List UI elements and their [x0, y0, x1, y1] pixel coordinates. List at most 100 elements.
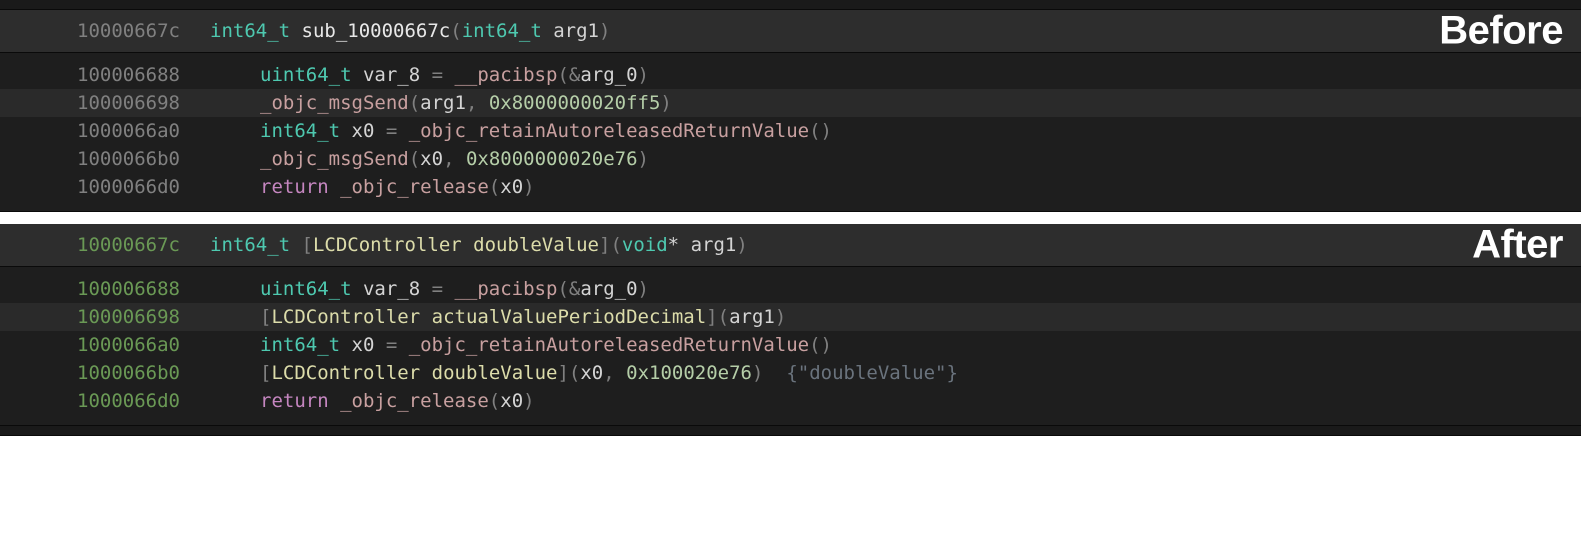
code-token: ( — [489, 390, 500, 412]
code-token: actualValuePeriodDecimal — [432, 306, 707, 328]
address-column: 1000066b0 — [0, 148, 200, 170]
address-value: 1000066a0 — [77, 334, 180, 356]
code-token: ]( — [706, 306, 729, 328]
code-token — [420, 306, 431, 328]
code-token: = — [432, 278, 455, 300]
code-token: x0 — [500, 176, 523, 198]
code-content: _objc_msgSend(x0, 0x8000000020e76) — [210, 148, 1581, 170]
code-token: _objc_release — [340, 176, 489, 198]
address-value: 10000667c — [77, 20, 180, 42]
code-token: uint64_t — [260, 278, 352, 300]
function-name[interactable]: sub_10000667c — [302, 20, 451, 42]
address-column: 10000667c — [0, 20, 200, 42]
code-line[interactable]: 1000066d0return _objc_release(x0) — [0, 173, 1581, 201]
address-column: 100006688 — [0, 278, 200, 300]
code-token: ( — [489, 176, 500, 198]
address-column: 100006688 — [0, 64, 200, 86]
code-token: doubleValue — [432, 362, 558, 384]
address-column: 1000066a0 — [0, 120, 200, 142]
code-token: int64_t — [260, 334, 340, 356]
function-signature: int64_t [LCDController doubleValue](void… — [210, 234, 1581, 256]
arg-type: int64_t — [462, 20, 542, 42]
code-line[interactable]: 1000066a0 int64_t x0 = _objc_retainAutore… — [0, 331, 1581, 359]
code-token: [ — [260, 362, 271, 384]
address-value: 1000066b0 — [77, 148, 180, 170]
code-token: () — [809, 334, 832, 356]
code-token: , — [443, 148, 466, 170]
code-line[interactable]: 100006688 uint64_t var_8 = __pacibsp(&arg… — [0, 275, 1581, 303]
code-token: (& — [557, 64, 580, 86]
code-token: ( — [409, 148, 420, 170]
return-type: int64_t — [210, 234, 290, 256]
panel-divider — [0, 212, 1581, 224]
code-token: = — [386, 120, 409, 142]
code-token: () — [809, 120, 832, 142]
before-badge: Before — [1439, 9, 1563, 54]
code-content: uint64_t var_8 = __pacibsp(&arg_0) — [210, 64, 1581, 86]
code-content: [LCDController doubleValue](x0, 0x100020… — [210, 362, 1581, 384]
code-token: x0 — [340, 120, 386, 142]
code-line[interactable]: 1000066d0return _objc_release(x0) — [0, 387, 1581, 415]
panel-top-border — [0, 0, 1581, 10]
before-panel: 10000667c int64_t sub_10000667c(int64_t … — [0, 0, 1581, 212]
after-badge: After — [1472, 223, 1563, 268]
code-token: 0x8000000020e76 — [466, 148, 638, 170]
code-content: uint64_t var_8 = __pacibsp(&arg_0) — [210, 278, 1581, 300]
address-value: 100006688 — [77, 64, 180, 86]
code-token: _objc_msgSend — [260, 92, 409, 114]
code-body-after: 100006688uint64_t var_8 = __pacibsp(&arg… — [0, 267, 1581, 426]
address-column: 1000066a0 — [0, 334, 200, 356]
code-line[interactable]: 100006698[LCDController actualValuePerio… — [0, 303, 1581, 331]
code-token: arg_0 — [580, 278, 637, 300]
arg-type: void — [622, 234, 668, 256]
code-token: int64_t — [260, 120, 340, 142]
objc-method[interactable]: doubleValue — [473, 234, 599, 256]
code-token: var_8 — [352, 278, 432, 300]
address-value: 1000066d0 — [77, 176, 180, 198]
code-line[interactable]: 1000066b0 [LCDController doubleValue](x0,… — [0, 359, 1581, 387]
code-token: = — [432, 64, 455, 86]
code-token: ) — [638, 64, 649, 86]
code-line[interactable]: 1000066a0 int64_t x0 = _objc_retainAutore… — [0, 117, 1581, 145]
address-value: 100006698 — [77, 92, 180, 114]
address-value: 1000066b0 — [77, 362, 180, 384]
code-content: [LCDController actualValuePeriodDecimal]… — [210, 306, 1581, 328]
code-token: x0 — [500, 390, 523, 412]
arg-name: arg1 — [691, 234, 737, 256]
code-token: return — [260, 390, 340, 412]
function-header-row[interactable]: 10000667c int64_t [LCDController doubleV… — [0, 224, 1581, 267]
panel-bottom-border — [0, 426, 1581, 436]
code-token: var_8 — [352, 64, 432, 86]
code-token: , — [466, 92, 489, 114]
code-token: 0x8000000020ff5 — [489, 92, 661, 114]
code-token: arg1 — [420, 92, 466, 114]
code-token: __pacibsp — [454, 64, 557, 86]
address-column: 100006698 — [0, 92, 200, 114]
code-token: uint64_t — [260, 64, 352, 86]
code-line[interactable]: 100006698 _objc_msgSend(arg1, 0x800000002… — [0, 89, 1581, 117]
arg-name: arg1 — [553, 20, 599, 42]
code-token: ) — [752, 362, 786, 384]
objc-class[interactable]: LCDController — [313, 234, 462, 256]
address-column: 1000066b0 — [0, 362, 200, 384]
function-header-row[interactable]: 10000667c int64_t sub_10000667c(int64_t … — [0, 10, 1581, 53]
address-value: 100006688 — [77, 278, 180, 300]
address-column: 10000667c — [0, 234, 200, 256]
code-token: x0 — [420, 148, 443, 170]
code-token: _objc_release — [340, 390, 489, 412]
code-token: LCDController — [271, 362, 420, 384]
address-column: 1000066d0 — [0, 390, 200, 412]
code-token: arg1 — [729, 306, 775, 328]
code-token: ]( — [557, 362, 580, 384]
code-token: (& — [557, 278, 580, 300]
address-value: 10000667c — [77, 234, 180, 256]
code-token: _objc_retainAutoreleasedReturnValue — [409, 120, 809, 142]
code-token: 0x100020e76 — [626, 362, 752, 384]
code-token: = — [386, 334, 409, 356]
code-line[interactable]: 100006688 uint64_t var_8 = __pacibsp(&arg… — [0, 61, 1581, 89]
code-content: _objc_msgSend(arg1, 0x8000000020ff5) — [210, 92, 1581, 114]
code-token: __pacibsp — [454, 278, 557, 300]
code-line[interactable]: 1000066b0 _objc_msgSend(x0, 0x8000000020e… — [0, 145, 1581, 173]
code-content: int64_t x0 = _objc_retainAutoreleasedRet… — [210, 334, 1581, 356]
code-token: ) — [523, 176, 534, 198]
